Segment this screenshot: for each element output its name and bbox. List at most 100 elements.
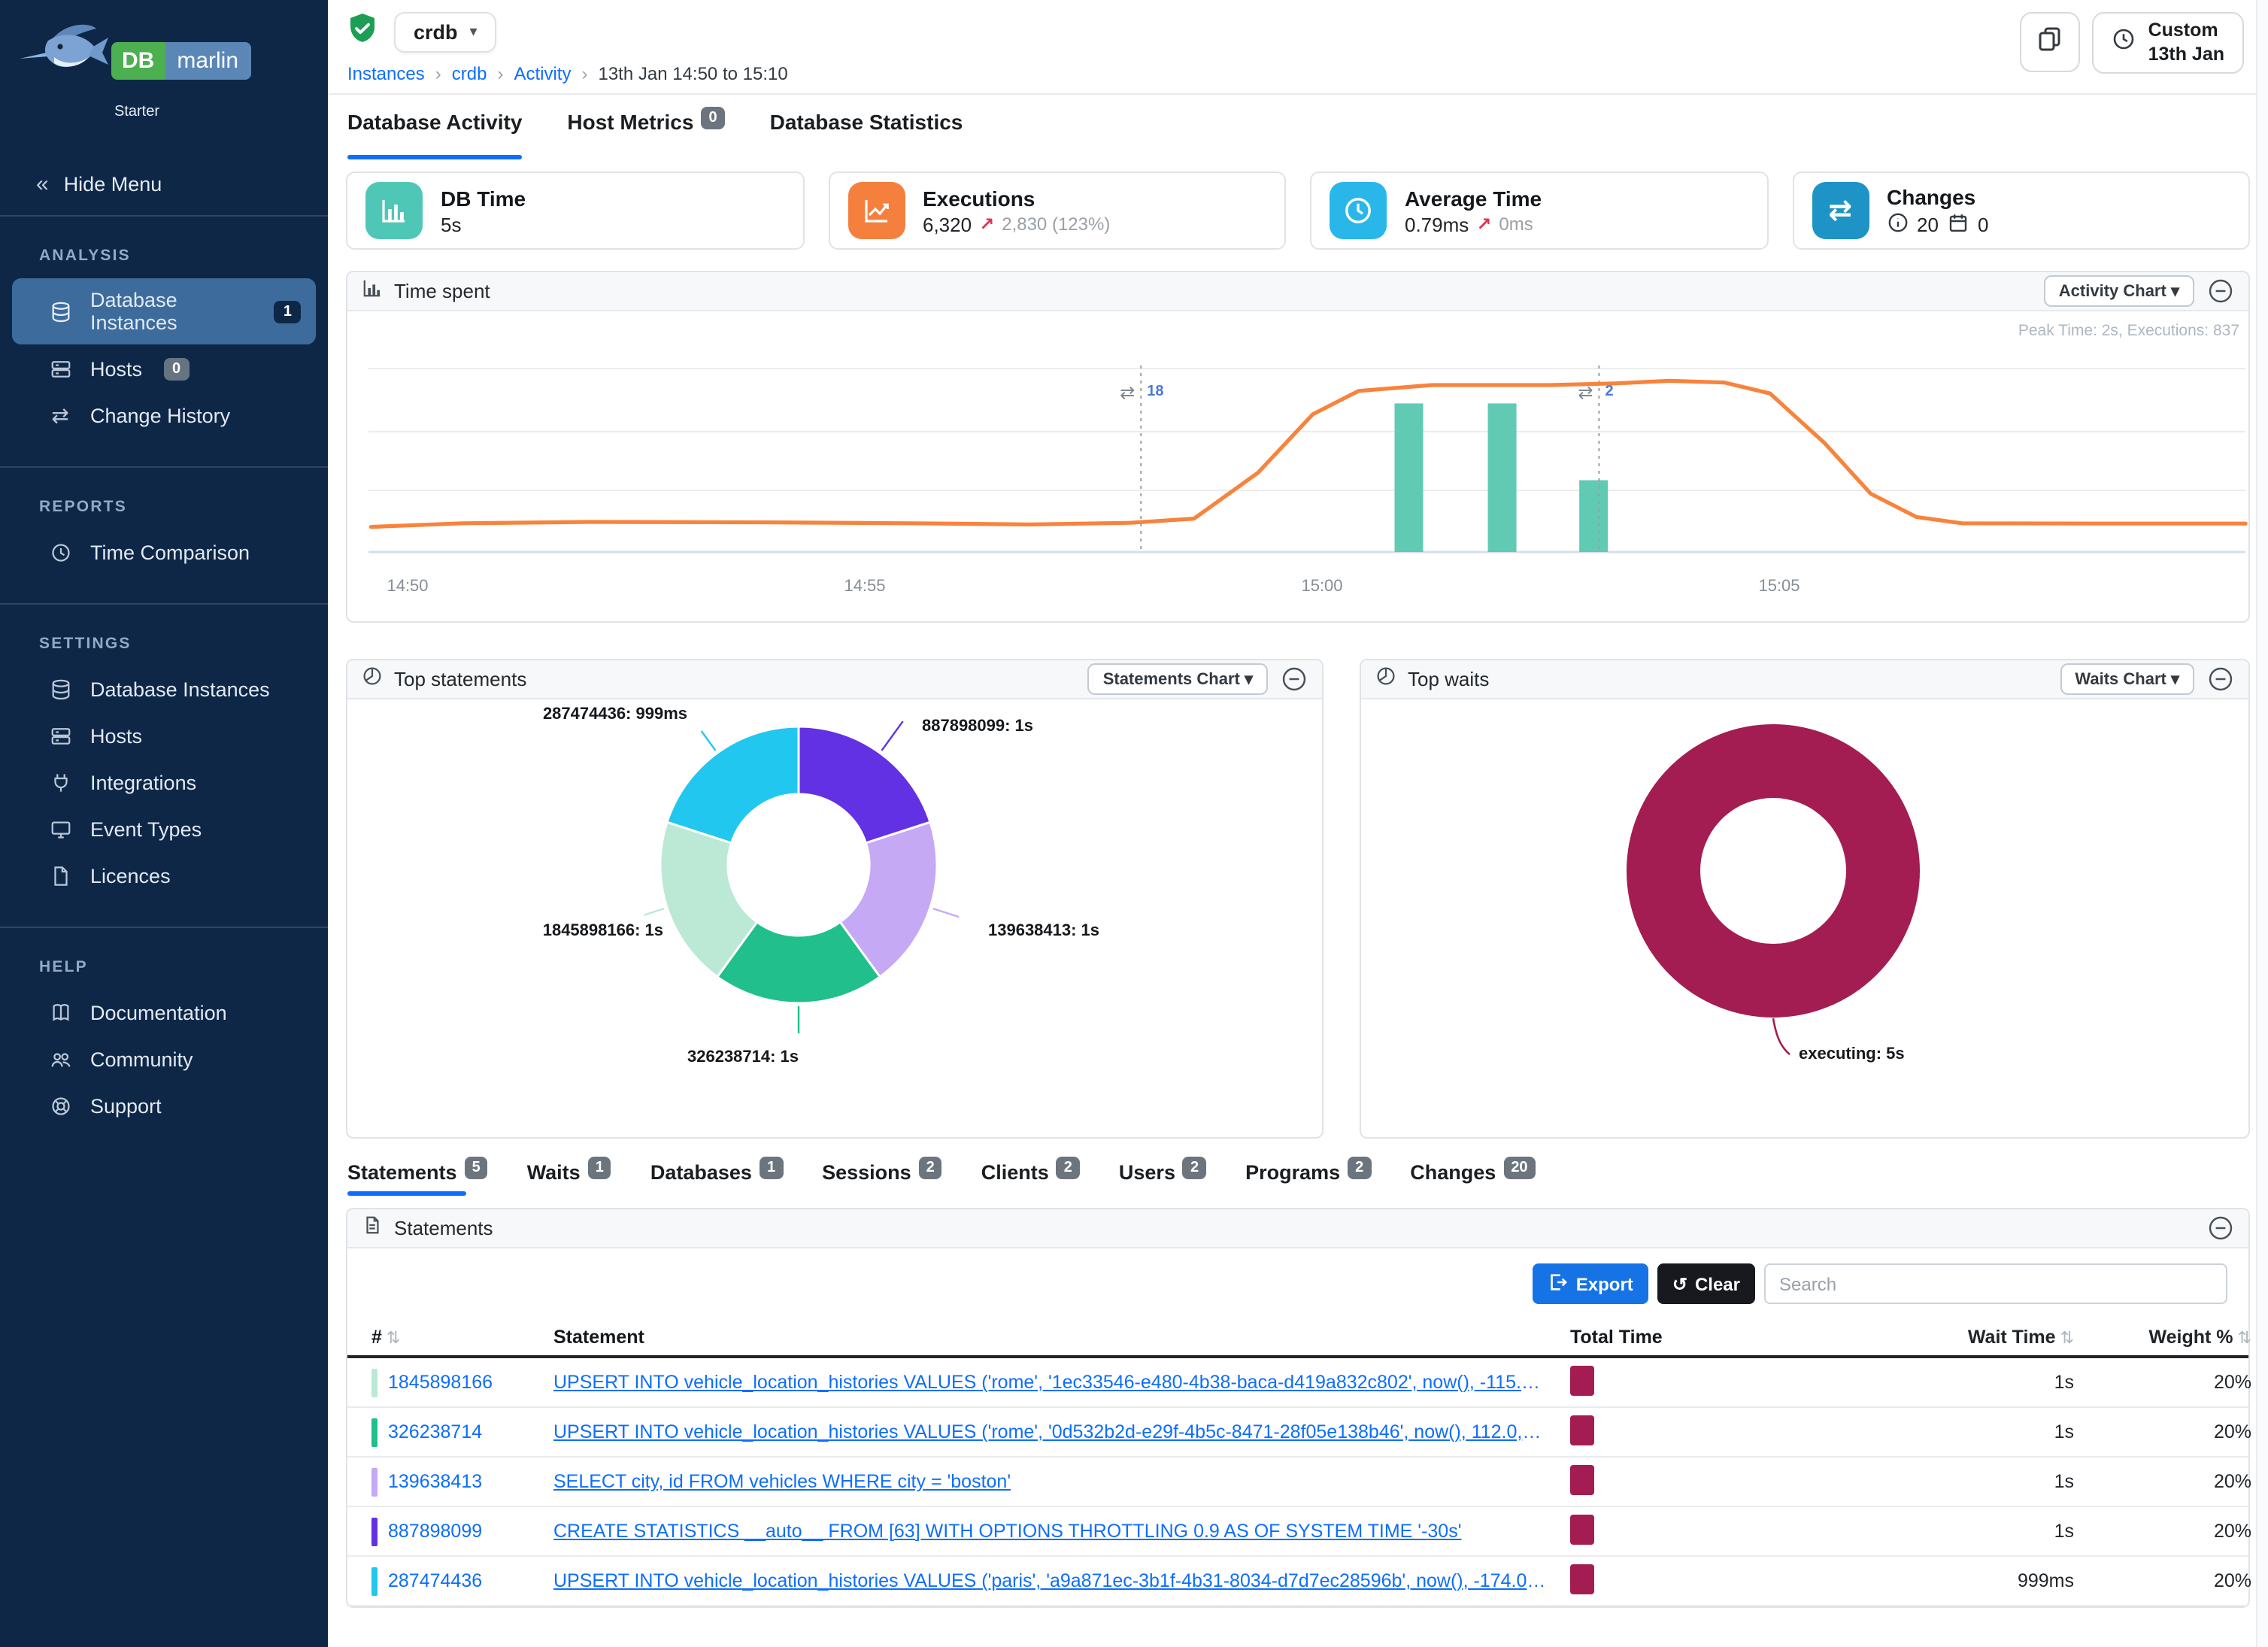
donut-label: 287474436: 999ms bbox=[377, 705, 687, 723]
copy-button[interactable] bbox=[2021, 12, 2081, 72]
statements-chart-dropdown[interactable]: Statements Chart ▾ bbox=[1088, 663, 1268, 695]
detail-tab-clients[interactable]: Clients2 bbox=[981, 1161, 1080, 1196]
detail-tab-sessions[interactable]: Sessions2 bbox=[822, 1161, 942, 1196]
detail-tab-databases[interactable]: Databases1 bbox=[650, 1161, 783, 1196]
statement-id-link[interactable]: 326238714 bbox=[388, 1421, 482, 1442]
change-history-icon: ⇄ bbox=[48, 403, 72, 427]
section-title-settings: SETTINGS bbox=[0, 605, 328, 665]
activity-chart-dropdown[interactable]: Activity Chart ▾ bbox=[2044, 275, 2194, 307]
panel-title: Time spent bbox=[394, 280, 490, 302]
tab-database-activity[interactable]: Database Activity bbox=[347, 110, 522, 159]
table-row: 1845898166 UPSERT INTO vehicle_location_h… bbox=[347, 1358, 2248, 1408]
changes-calendar-count: 0 bbox=[1978, 213, 1988, 235]
dbmarlin-app: DB marlin Starter « Hide Menu ANALYSIS D… bbox=[0, 0, 2268, 1647]
detail-tab-changes[interactable]: Changes20 bbox=[1410, 1161, 1535, 1196]
statements-toolbar: Export ↺ Clear bbox=[347, 1248, 2248, 1319]
detail-tab-programs[interactable]: Programs2 bbox=[1245, 1161, 1371, 1196]
statement-id-link[interactable]: 1845898166 bbox=[388, 1372, 493, 1393]
sidebar-item-hosts[interactable]: Hosts 0 bbox=[12, 346, 316, 391]
sidebar-item-label: Time Comparison bbox=[90, 541, 250, 563]
svg-text:15:05: 15:05 bbox=[1758, 576, 1800, 595]
tab-host-metrics[interactable]: Host Metrics0 bbox=[567, 110, 724, 159]
breadcrumb-activity[interactable]: Activity bbox=[514, 63, 571, 84]
marlin-fish-logo-icon bbox=[18, 18, 111, 98]
breadcrumb-separator: › bbox=[581, 63, 587, 84]
col-statement[interactable]: Statement bbox=[553, 1327, 1570, 1348]
count-badge: 0 bbox=[163, 357, 190, 380]
sidebar-item-support[interactable]: Support bbox=[12, 1083, 316, 1128]
sidebar-item-settings-database-instances[interactable]: Database Instances bbox=[12, 666, 316, 711]
statement-link[interactable]: UPSERT INTO vehicle_location_histories V… bbox=[553, 1372, 1546, 1393]
statement-id-link[interactable]: 139638413 bbox=[388, 1471, 482, 1492]
statement-link[interactable]: UPSERT INTO vehicle_location_histories V… bbox=[553, 1421, 1546, 1442]
sidebar-item-change-history[interactable]: ⇄ Change History bbox=[12, 393, 316, 438]
detail-tab-waits[interactable]: Waits1 bbox=[527, 1161, 611, 1196]
sidebar-item-label: Hosts bbox=[90, 724, 142, 747]
statement-link[interactable]: SELECT city, id FROM vehicles WHERE city… bbox=[553, 1471, 1546, 1492]
svg-text:15:00: 15:00 bbox=[1301, 576, 1342, 595]
sidebar-item-documentation[interactable]: Documentation bbox=[12, 990, 316, 1035]
svg-text:14:50: 14:50 bbox=[387, 576, 428, 595]
wait-time-value: 1s bbox=[2054, 1372, 2074, 1393]
breadcrumb-separator: › bbox=[497, 63, 503, 84]
time-spent-chart[interactable]: ⇄18⇄214:5014:5515:0015:05Peak Time: 2s, … bbox=[347, 311, 2248, 621]
sidebar-item-label: Documentation bbox=[90, 1001, 227, 1024]
card-delta: 2,830 (123%) bbox=[1002, 214, 1110, 235]
export-icon bbox=[1548, 1272, 1567, 1296]
sidebar-item-community[interactable]: Community bbox=[12, 1036, 316, 1081]
sidebar-item-integrations[interactable]: Integrations bbox=[12, 760, 316, 805]
waits-chart-dropdown[interactable]: Waits Chart ▾ bbox=[2060, 663, 2194, 695]
col-weight[interactable]: Weight % bbox=[2149, 1327, 2233, 1348]
statement-id-link[interactable]: 887898099 bbox=[388, 1521, 482, 1542]
sidebar-item-time-comparison[interactable]: Time Comparison bbox=[12, 529, 316, 575]
sidebar-item-label: Support bbox=[90, 1094, 162, 1117]
instance-selector[interactable]: crdb ▾ bbox=[394, 12, 497, 53]
count-badge: 2 bbox=[1183, 1157, 1206, 1179]
col-num[interactable]: # bbox=[371, 1327, 382, 1348]
copy-icon bbox=[2037, 25, 2064, 59]
sidebar-item-database-instances[interactable]: Database Instances 1 bbox=[12, 278, 316, 344]
statement-link[interactable]: UPSERT INTO vehicle_location_histories V… bbox=[553, 1570, 1546, 1591]
detail-tab-statements[interactable]: Statements5 bbox=[347, 1161, 488, 1196]
card-title: DB Time bbox=[441, 186, 526, 210]
time-range-button[interactable]: Custom 13th Jan bbox=[2093, 12, 2244, 74]
sidebar-item-licences[interactable]: Licences bbox=[12, 853, 316, 898]
statement-id-link[interactable]: 287474436 bbox=[388, 1570, 482, 1591]
collapse-icon[interactable] bbox=[2208, 278, 2233, 304]
collapse-icon[interactable] bbox=[2208, 1215, 2233, 1241]
collapse-icon[interactable] bbox=[2208, 666, 2233, 692]
top-waits-donut[interactable]: executing: 5s bbox=[1361, 699, 2248, 1137]
chart-icon bbox=[362, 278, 382, 305]
breadcrumb-crdb[interactable]: crdb bbox=[452, 63, 487, 84]
statement-color-bar bbox=[371, 1517, 377, 1545]
main-area: crdb ▾ Instances › crdb › Activity › 13t… bbox=[328, 0, 2268, 1647]
count-badge: 1 bbox=[760, 1157, 783, 1179]
clear-button[interactable]: ↺ Clear bbox=[1657, 1263, 1755, 1304]
statement-link[interactable]: CREATE STATISTICS __auto__ FROM [63] WIT… bbox=[553, 1521, 1546, 1542]
hide-menu-button[interactable]: « Hide Menu bbox=[0, 150, 328, 215]
changes-info-count: 20 bbox=[1917, 213, 1939, 235]
export-button[interactable]: Export bbox=[1533, 1263, 1648, 1304]
tab-database-statistics[interactable]: Database Statistics bbox=[770, 110, 963, 159]
sort-icon[interactable]: ⇅ bbox=[2238, 1330, 2251, 1348]
sidebar-item-settings-hosts[interactable]: Hosts bbox=[12, 713, 316, 758]
detail-tab-users[interactable]: Users2 bbox=[1119, 1161, 1206, 1196]
card-title: Average Time bbox=[1405, 186, 1542, 210]
top-statements-donut[interactable]: 887898099: 1s139638413: 1s326238714: 1s1… bbox=[347, 699, 1322, 1137]
sort-icon[interactable]: ⇅ bbox=[2060, 1330, 2074, 1348]
breadcrumb-instances[interactable]: Instances bbox=[347, 63, 425, 84]
sidebar-item-event-types[interactable]: Event Types bbox=[12, 806, 316, 851]
change-history-icon: ⇄ bbox=[1812, 182, 1869, 239]
card-value: 6,320 bbox=[923, 213, 972, 235]
undo-icon: ↺ bbox=[1672, 1273, 1687, 1294]
sort-icon[interactable]: ⇅ bbox=[387, 1330, 400, 1348]
scrollbar[interactable] bbox=[2256, 0, 2268, 1647]
donut-label: 1845898166: 1s bbox=[438, 922, 663, 940]
col-total-time[interactable]: Total Time bbox=[1570, 1327, 1851, 1348]
collapse-icon[interactable] bbox=[1281, 666, 1307, 692]
search-input[interactable] bbox=[1764, 1263, 2227, 1304]
card-db-time: DB Time 5s bbox=[346, 171, 804, 250]
col-wait-time[interactable]: Wait Time bbox=[1968, 1327, 2056, 1348]
detail-tabs: Statements5 Waits1 Databases1 Sessions2 Clie… bbox=[346, 1161, 2250, 1196]
sidebar-item-label: Database Instances bbox=[90, 289, 253, 334]
